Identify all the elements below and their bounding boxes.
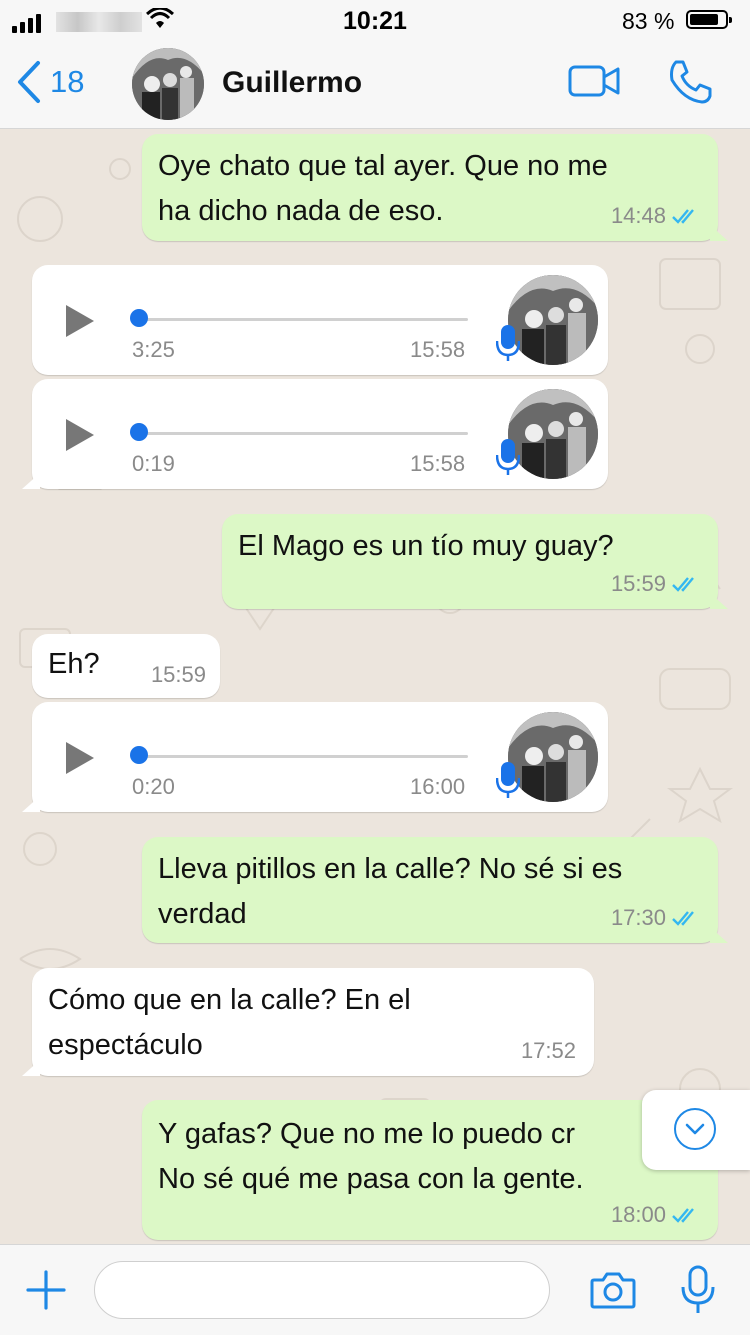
message-input[interactable] [94,1261,550,1319]
microphone-icon [496,762,520,798]
camera-icon[interactable] [590,1271,636,1309]
double-check-icon [672,1208,694,1223]
sender-avatar [508,275,598,365]
audio-duration: 3:25 [132,337,175,362]
double-check-icon [672,911,694,926]
contact-name[interactable]: Guillermo [222,66,362,100]
message-time: 15:59 [610,571,666,596]
voice-message[interactable]: 0:19 15:58 [22,379,608,489]
message-time: 18:00 [610,1202,666,1227]
message-list[interactable]: Oye chato que tal ayer. Que no me ha dich… [0,129,750,1244]
message-meta: 15:59 [611,571,700,597]
message-text: Lleva pitillos en la calle? No sé si es v… [158,853,623,930]
audio-scrubber[interactable] [130,746,148,764]
message-time: 15:58 [410,451,466,476]
audio-progress-track[interactable] [134,755,468,758]
message-bubble-outgoing[interactable]: Lleva pitillos en la calle? No sé si es v… [142,837,728,943]
message-text: Oye chato que tal ayer. Que no me ha dich… [158,150,608,227]
battery-percent: 83 % [622,8,675,34]
chevron-down-icon [674,1108,716,1150]
unread-count: 18 [50,64,85,99]
message-bubble-outgoing[interactable]: Oye chato que tal ayer. Que no me ha dich… [142,134,728,241]
audio-progress-track[interactable] [134,432,468,435]
message-meta: 17:30 [611,905,700,931]
play-icon[interactable] [64,417,96,453]
double-check-icon [672,209,694,224]
sender-avatar [508,712,598,802]
voice-message[interactable]: 3:25 15:58 [32,265,608,375]
message-text: Eh? [48,648,100,680]
scroll-to-bottom-button[interactable] [642,1090,750,1170]
audio-duration: 0:19 [132,451,175,476]
audio-progress-track[interactable] [134,318,468,321]
message-time: 17:52 [520,1038,576,1063]
chevron-left-icon [18,61,40,103]
status-bar: 10:21 83 % [0,0,750,40]
message-meta: 15:59 [151,662,206,688]
double-check-icon [672,577,694,592]
message-text: Y gafas? Que no me lo puedo cr No sé qué … [158,1118,584,1195]
message-bubble-outgoing[interactable]: Y gafas? Que no me lo puedo cr No sé qué … [142,1100,718,1240]
microphone-icon [496,439,520,475]
message-time: 16:00 [410,774,466,799]
chat-header: 18 Guillermo [0,40,750,129]
audio-duration: 0:20 [132,774,175,799]
video-call-icon[interactable] [568,64,620,98]
message-bubble-incoming[interactable]: Cómo que en la calle? En el espectáculo 1… [22,968,594,1076]
play-icon[interactable] [64,303,96,339]
message-time: 15:58 [410,337,466,362]
microphone-icon[interactable] [680,1265,716,1315]
message-meta: 17:52 [521,1038,576,1064]
voice-message[interactable]: 0:20 16:00 [22,702,608,812]
message-meta: 14:48 [611,203,700,229]
phone-icon[interactable] [666,58,714,106]
message-bubble-outgoing[interactable]: El Mago es un tío muy guay? 15:59 [222,514,728,609]
message-time: 15:59 [150,662,206,687]
audio-scrubber[interactable] [130,423,148,441]
message-bubble-incoming[interactable]: Eh? 15:59 [32,634,220,698]
composer-bar [0,1244,750,1335]
play-icon[interactable] [64,740,96,776]
message-text: Cómo que en la calle? En el espectáculo [48,984,411,1061]
battery-icon [686,10,732,29]
audio-scrubber[interactable] [130,309,148,327]
message-time: 14:48 [610,203,666,228]
contact-avatar[interactable] [132,48,204,120]
sender-avatar [508,389,598,479]
back-button[interactable]: 18 [16,60,84,104]
message-text: El Mago es un tío muy guay? [238,530,614,562]
plus-icon[interactable] [26,1270,66,1310]
message-time: 17:30 [610,905,666,930]
message-meta: 18:00 [611,1202,700,1228]
microphone-icon [496,325,520,361]
